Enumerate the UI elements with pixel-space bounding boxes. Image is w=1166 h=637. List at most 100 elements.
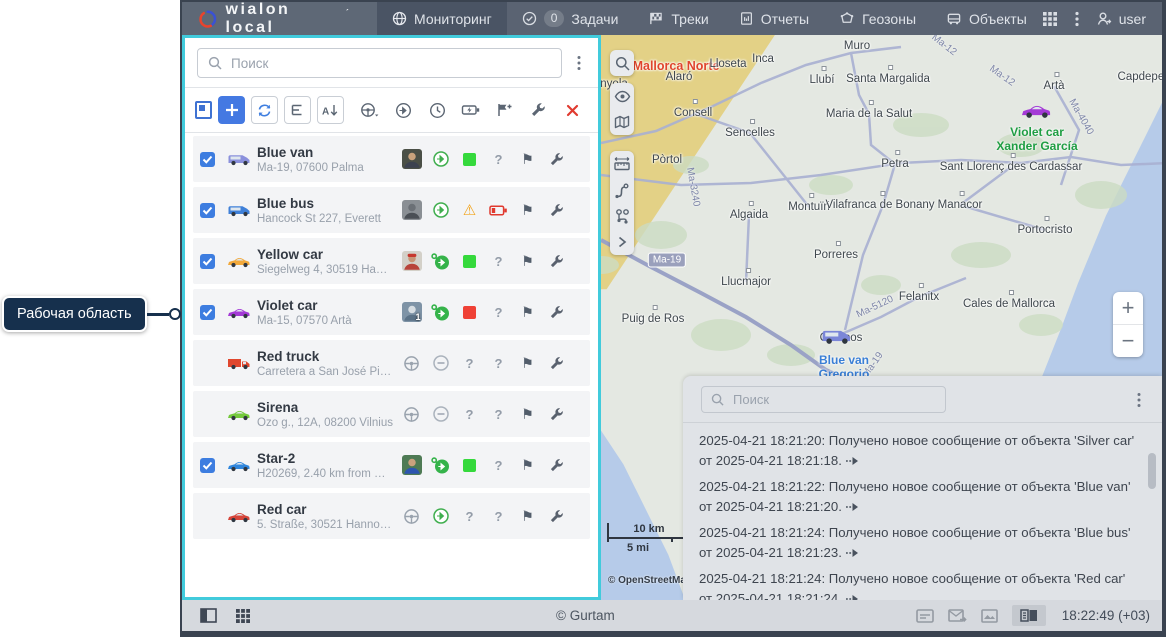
tab-tasks[interactable]: 0 Задачи: [507, 2, 634, 35]
unit-motion-icon[interactable]: [426, 354, 455, 372]
tab-geofences[interactable]: Геозоны: [824, 2, 931, 35]
log-entry[interactable]: 2025-04-21 18:21:22: Получено новое сооб…: [699, 477, 1136, 516]
unit-checkbox[interactable]: [200, 407, 215, 422]
unit-row[interactable]: Blue van Ma-19, 07600 Palma ?⚑: [193, 136, 590, 182]
column-settings-header[interactable]: [525, 102, 553, 118]
log-scrollbar[interactable]: [1148, 453, 1156, 489]
unit-motion-icon[interactable]: [426, 405, 455, 423]
notices-button[interactable]: [916, 609, 934, 623]
unit-checkbox[interactable]: [200, 458, 215, 473]
unit-name[interactable]: Yellow car: [257, 247, 393, 262]
unit-row[interactable]: Sirena Ozo g., 12A, 08200 Vilnius ??⚑: [193, 391, 590, 437]
unit-checkbox[interactable]: [200, 509, 215, 524]
unit-flag-icon[interactable]: ⚑: [513, 152, 542, 166]
unit-flag-icon[interactable]: ⚑: [513, 356, 542, 370]
tab-monitoring[interactable]: Мониторинг: [377, 2, 507, 35]
unit-status-icon[interactable]: ?: [455, 509, 484, 524]
unit-motion-icon[interactable]: [426, 507, 455, 525]
unit-search-input[interactable]: [229, 55, 551, 72]
unit-driver-icon[interactable]: [397, 508, 426, 525]
unit-settings-icon[interactable]: [542, 509, 571, 524]
unit-checkbox[interactable]: [200, 254, 215, 269]
unit-driver-icon[interactable]: [397, 355, 426, 372]
unit-groups-button[interactable]: [284, 96, 311, 124]
unit-name[interactable]: Blue van: [257, 145, 393, 160]
zoom-in-button[interactable]: +: [1113, 292, 1143, 325]
column-driver-header[interactable]: [356, 102, 384, 118]
unit-name[interactable]: Blue bus: [257, 196, 393, 211]
log-search-box[interactable]: [701, 386, 946, 413]
map-search-control[interactable]: [610, 50, 634, 76]
unit-status-icon[interactable]: [455, 459, 484, 472]
column-connection-header[interactable]: [423, 102, 451, 119]
unit-driver-icon[interactable]: [397, 149, 426, 169]
tab-reports[interactable]: Отчеты: [724, 2, 824, 35]
unit-status2-icon[interactable]: ?: [484, 509, 513, 524]
unit-name[interactable]: Sirena: [257, 400, 393, 415]
toggle-left-panel-button[interactable]: [200, 608, 217, 623]
panel-menu-button[interactable]: [570, 55, 588, 71]
unit-status-icon[interactable]: ?: [455, 407, 484, 422]
unit-status2-icon[interactable]: ?: [484, 254, 513, 269]
sort-button[interactable]: A: [317, 96, 344, 124]
column-battery-header[interactable]: [457, 103, 485, 117]
log-search-input[interactable]: [731, 391, 936, 408]
routes-tool-button[interactable]: [610, 203, 634, 229]
media-button[interactable]: [981, 609, 998, 623]
unit-name[interactable]: Red truck: [257, 349, 393, 364]
unit-flag-icon[interactable]: ⚑: [513, 305, 542, 319]
unit-motion-icon[interactable]: [426, 252, 455, 271]
unit-map-marker[interactable]: [1020, 102, 1054, 119]
unit-flag-icon[interactable]: ⚑: [513, 458, 542, 472]
add-unit-button[interactable]: [218, 96, 245, 124]
app-logo[interactable]: wialon local ˊ: [182, 2, 377, 35]
map-eye-button[interactable]: [610, 83, 634, 109]
unit-motion-icon[interactable]: [426, 456, 455, 475]
unit-search-box[interactable]: [197, 48, 562, 78]
tab-tracks[interactable]: Треки: [633, 2, 723, 35]
unit-status2-icon[interactable]: ?: [484, 407, 513, 422]
unit-settings-icon[interactable]: [542, 356, 571, 371]
unit-status2-icon[interactable]: ?: [484, 152, 513, 167]
user-menu-button[interactable]: user: [1096, 11, 1146, 27]
unit-flag-icon[interactable]: ⚑: [513, 509, 542, 523]
refresh-button[interactable]: [251, 96, 278, 124]
unit-status-icon[interactable]: ⚠: [455, 203, 484, 218]
select-all-checkbox[interactable]: [195, 101, 212, 119]
unit-driver-icon[interactable]: [397, 251, 426, 271]
unit-settings-icon[interactable]: [542, 152, 571, 167]
zoom-out-button[interactable]: −: [1113, 325, 1143, 357]
tab-objects[interactable]: Объекты: [931, 2, 1042, 35]
unit-row[interactable]: Star-2 H20269, 2.40 km from Cy... ?⚑: [193, 442, 590, 488]
measure-distance-button[interactable]: [610, 151, 634, 177]
unit-checkbox[interactable]: [200, 356, 215, 371]
unit-status2-icon[interactable]: ?: [484, 356, 513, 371]
topbar-menu-button[interactable]: [1075, 11, 1079, 27]
unit-flag-icon[interactable]: ⚑: [513, 407, 542, 421]
unit-driver-icon[interactable]: [397, 406, 426, 423]
unit-status2-icon[interactable]: ?: [484, 458, 513, 473]
unit-settings-icon[interactable]: [542, 203, 571, 218]
map-area[interactable]: Mallorca NorteAlaróLlosetaIncaBunyolaCon…: [601, 35, 1162, 600]
unit-driver-icon[interactable]: [397, 200, 426, 220]
unit-row[interactable]: Violet car Ma-15, 07570 Artà 1?⚑: [193, 289, 590, 335]
log-entry[interactable]: 2025-04-21 18:21:24: Получено новое сооб…: [699, 569, 1136, 600]
unit-row[interactable]: Red truck Carretera a San José Pinul... …: [193, 340, 590, 386]
log-entry[interactable]: 2025-04-21 18:21:24: Получено новое сооб…: [699, 523, 1136, 562]
unit-name[interactable]: Star-2: [257, 451, 393, 466]
unit-status-icon[interactable]: [455, 153, 484, 166]
unit-status2-icon[interactable]: [484, 204, 513, 217]
unit-driver-icon[interactable]: 1: [397, 302, 426, 322]
map-layers-button[interactable]: [610, 109, 634, 135]
unit-motion-icon[interactable]: [426, 303, 455, 322]
messages-button[interactable]: [948, 609, 967, 623]
unit-status-icon[interactable]: ?: [455, 356, 484, 371]
unit-row[interactable]: Yellow car Siegelweg 4, 30519 Hann... ?⚑: [193, 238, 590, 284]
unit-flag-icon[interactable]: ⚑: [513, 254, 542, 268]
expand-tools-button[interactable]: [610, 229, 634, 255]
unit-name[interactable]: Violet car: [257, 298, 393, 313]
unit-settings-icon[interactable]: [542, 305, 571, 320]
log-menu-button[interactable]: [1130, 392, 1148, 408]
unit-checkbox[interactable]: [200, 305, 215, 320]
unit-motion-icon[interactable]: [426, 150, 455, 168]
